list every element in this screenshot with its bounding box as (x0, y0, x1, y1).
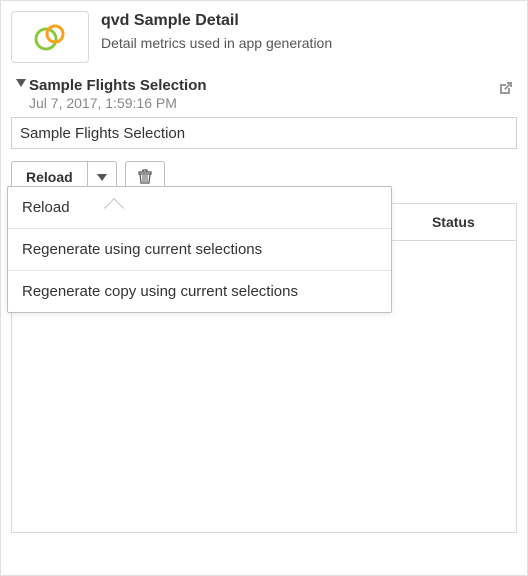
chevron-down-icon (97, 172, 107, 182)
collapse-caret-icon[interactable] (16, 79, 26, 89)
open-external-button[interactable] (495, 79, 515, 99)
selection-title: Sample Flights Selection (29, 77, 207, 94)
app-logo-box (11, 11, 89, 63)
app-title: qvd Sample Detail (101, 11, 332, 31)
menu-item-reload[interactable]: Reload (8, 187, 391, 229)
menu-item-regenerate-copy[interactable]: Regenerate copy using current selections (8, 271, 391, 312)
selection-name-input[interactable] (11, 117, 517, 149)
selection-timestamp: Jul 7, 2017, 1:59:16 PM (29, 95, 207, 111)
menu-item-regenerate[interactable]: Regenerate using current selections (8, 229, 391, 271)
app-logo-icon (30, 17, 70, 57)
trash-icon (137, 169, 153, 185)
reload-dropdown-menu: Reload Regenerate using current selectio… (7, 186, 392, 313)
table-col-status: Status (391, 204, 516, 240)
external-link-icon (496, 80, 514, 98)
selection-header: Sample Flights Selection Jul 7, 2017, 1:… (11, 77, 517, 111)
app-header: qvd Sample Detail Detail metrics used in… (11, 11, 517, 63)
app-subtitle: Detail metrics used in app generation (101, 33, 332, 53)
